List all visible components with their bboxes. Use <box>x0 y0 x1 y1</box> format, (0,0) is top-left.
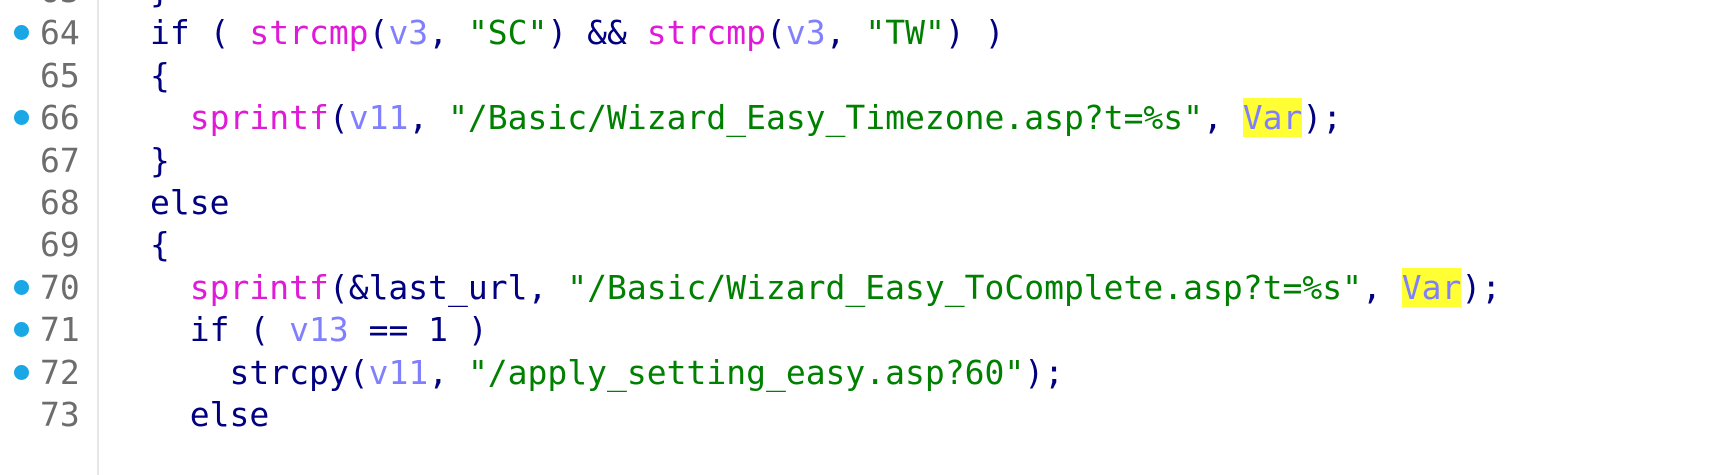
code-text[interactable]: strcpy(v11, "/apply_setting_easy.asp?60"… <box>150 349 1064 396</box>
line-number: 73 <box>40 395 80 434</box>
code-token[interactable]: ); <box>1302 98 1342 137</box>
code-token[interactable]: ) ) <box>945 13 1005 52</box>
code-text[interactable]: { <box>150 221 170 268</box>
code-token[interactable]: v13 <box>289 310 349 349</box>
code-line[interactable]: 72 strcpy(v11, "/apply_setting_easy.asp?… <box>0 349 1733 396</box>
code-token[interactable]: (&last_url, <box>329 268 567 307</box>
code-token[interactable]: if ( <box>190 310 289 349</box>
code-text[interactable]: { <box>150 52 170 99</box>
code-token[interactable]: == 1 ) <box>349 310 488 349</box>
line-number: 72 <box>40 352 80 392</box>
code-text[interactable]: } <box>150 137 170 184</box>
code-token[interactable]: if ( <box>150 13 249 52</box>
code-token[interactable]: ) && <box>547 13 646 52</box>
code-text[interactable]: if ( strcmp(v3, "SC") && strcmp(v3, "TW"… <box>150 9 1004 56</box>
breakpoint-dot-icon[interactable] <box>14 322 29 338</box>
code-line[interactable]: 71 if ( v13 == 1 ) <box>0 306 1733 353</box>
code-token[interactable]: else <box>150 183 229 222</box>
line-number: 71 <box>40 310 80 350</box>
breakpoint-dot-icon[interactable] <box>14 110 29 126</box>
code-token[interactable]: , <box>428 353 468 392</box>
breakpoint-dot-icon[interactable] <box>14 364 29 380</box>
code-token[interactable]: ( <box>329 98 349 137</box>
code-line[interactable]: 67} <box>0 137 1733 184</box>
code-token[interactable]: , <box>826 13 866 52</box>
line-number: 66 <box>40 98 80 138</box>
code-token[interactable]: "/Basic/Wizard_Easy_Timezone.asp?t=%s" <box>448 98 1203 137</box>
code-token[interactable]: v11 <box>349 98 409 137</box>
code-token[interactable]: strcmp <box>249 13 368 52</box>
code-token[interactable]: sprintf <box>190 98 329 137</box>
line-number: 70 <box>40 267 80 307</box>
highlighted-token[interactable]: Var <box>1242 98 1303 138</box>
code-token[interactable]: ); <box>1461 268 1501 307</box>
code-token[interactable]: ); <box>1024 353 1064 392</box>
code-text[interactable]: if ( v13 == 1 ) <box>150 306 488 353</box>
code-token[interactable]: { <box>150 56 170 95</box>
code-token[interactable]: "TW" <box>865 13 944 52</box>
code-token[interactable]: { <box>150 225 170 264</box>
breakpoint-dot-icon[interactable] <box>14 279 29 295</box>
code-line[interactable]: 64 if ( strcmp(v3, "SC") && strcmp(v3, "T… <box>0 9 1733 56</box>
code-token[interactable]: v3 <box>786 13 826 52</box>
code-token[interactable]: v11 <box>369 353 429 392</box>
code-line[interactable]: 73 else <box>0 391 1733 438</box>
code-token[interactable]: else <box>190 395 269 434</box>
code-token[interactable]: ( <box>369 13 389 52</box>
code-token[interactable]: v3 <box>388 13 428 52</box>
line-number: 64 <box>40 13 80 53</box>
code-line[interactable]: 65 { <box>0 52 1733 99</box>
code-line[interactable]: 69 { <box>0 221 1733 268</box>
breakpoint-dot-icon[interactable] <box>14 25 29 41</box>
code-token[interactable]: , <box>1203 98 1243 137</box>
code-token[interactable]: "SC" <box>468 13 547 52</box>
code-token[interactable]: "/Basic/Wizard_Easy_ToComplete.asp?t=%s" <box>567 268 1362 307</box>
code-token[interactable]: ( <box>766 13 786 52</box>
line-number: 65 <box>40 55 80 95</box>
code-token[interactable]: , <box>408 98 448 137</box>
code-token[interactable]: , <box>428 13 468 52</box>
code-text[interactable]: sprintf(&last_url, "/Basic/Wizard_Easy_T… <box>150 264 1501 311</box>
code-text[interactable]: else <box>150 391 269 438</box>
highlighted-token[interactable]: Var <box>1401 267 1462 307</box>
code-token[interactable]: } <box>150 141 170 180</box>
code-text[interactable]: else <box>150 179 229 226</box>
code-line[interactable]: 66 sprintf(v11, "/Basic/Wizard_Easy_Time… <box>0 94 1733 141</box>
code-token[interactable]: strcpy <box>229 353 348 392</box>
line-number: 68 <box>40 183 80 222</box>
line-number: 67 <box>40 140 80 180</box>
code-token[interactable]: "/apply_setting_easy.asp?60" <box>468 353 1024 392</box>
pseudocode-editor[interactable]: 63}64if ( strcmp(v3, "SC") && strcmp(v3,… <box>0 0 1733 475</box>
code-token[interactable]: sprintf <box>190 268 329 307</box>
code-token[interactable]: ( <box>349 353 369 392</box>
code-line[interactable]: 68 else <box>0 179 1733 226</box>
line-number: 69 <box>40 225 80 265</box>
code-line[interactable]: 70 sprintf(&last_url, "/Basic/Wizard_Eas… <box>0 264 1733 311</box>
code-text[interactable]: sprintf(v11, "/Basic/Wizard_Easy_Timezon… <box>150 94 1342 141</box>
code-token[interactable]: , <box>1362 268 1402 307</box>
code-token[interactable]: strcmp <box>647 13 766 52</box>
